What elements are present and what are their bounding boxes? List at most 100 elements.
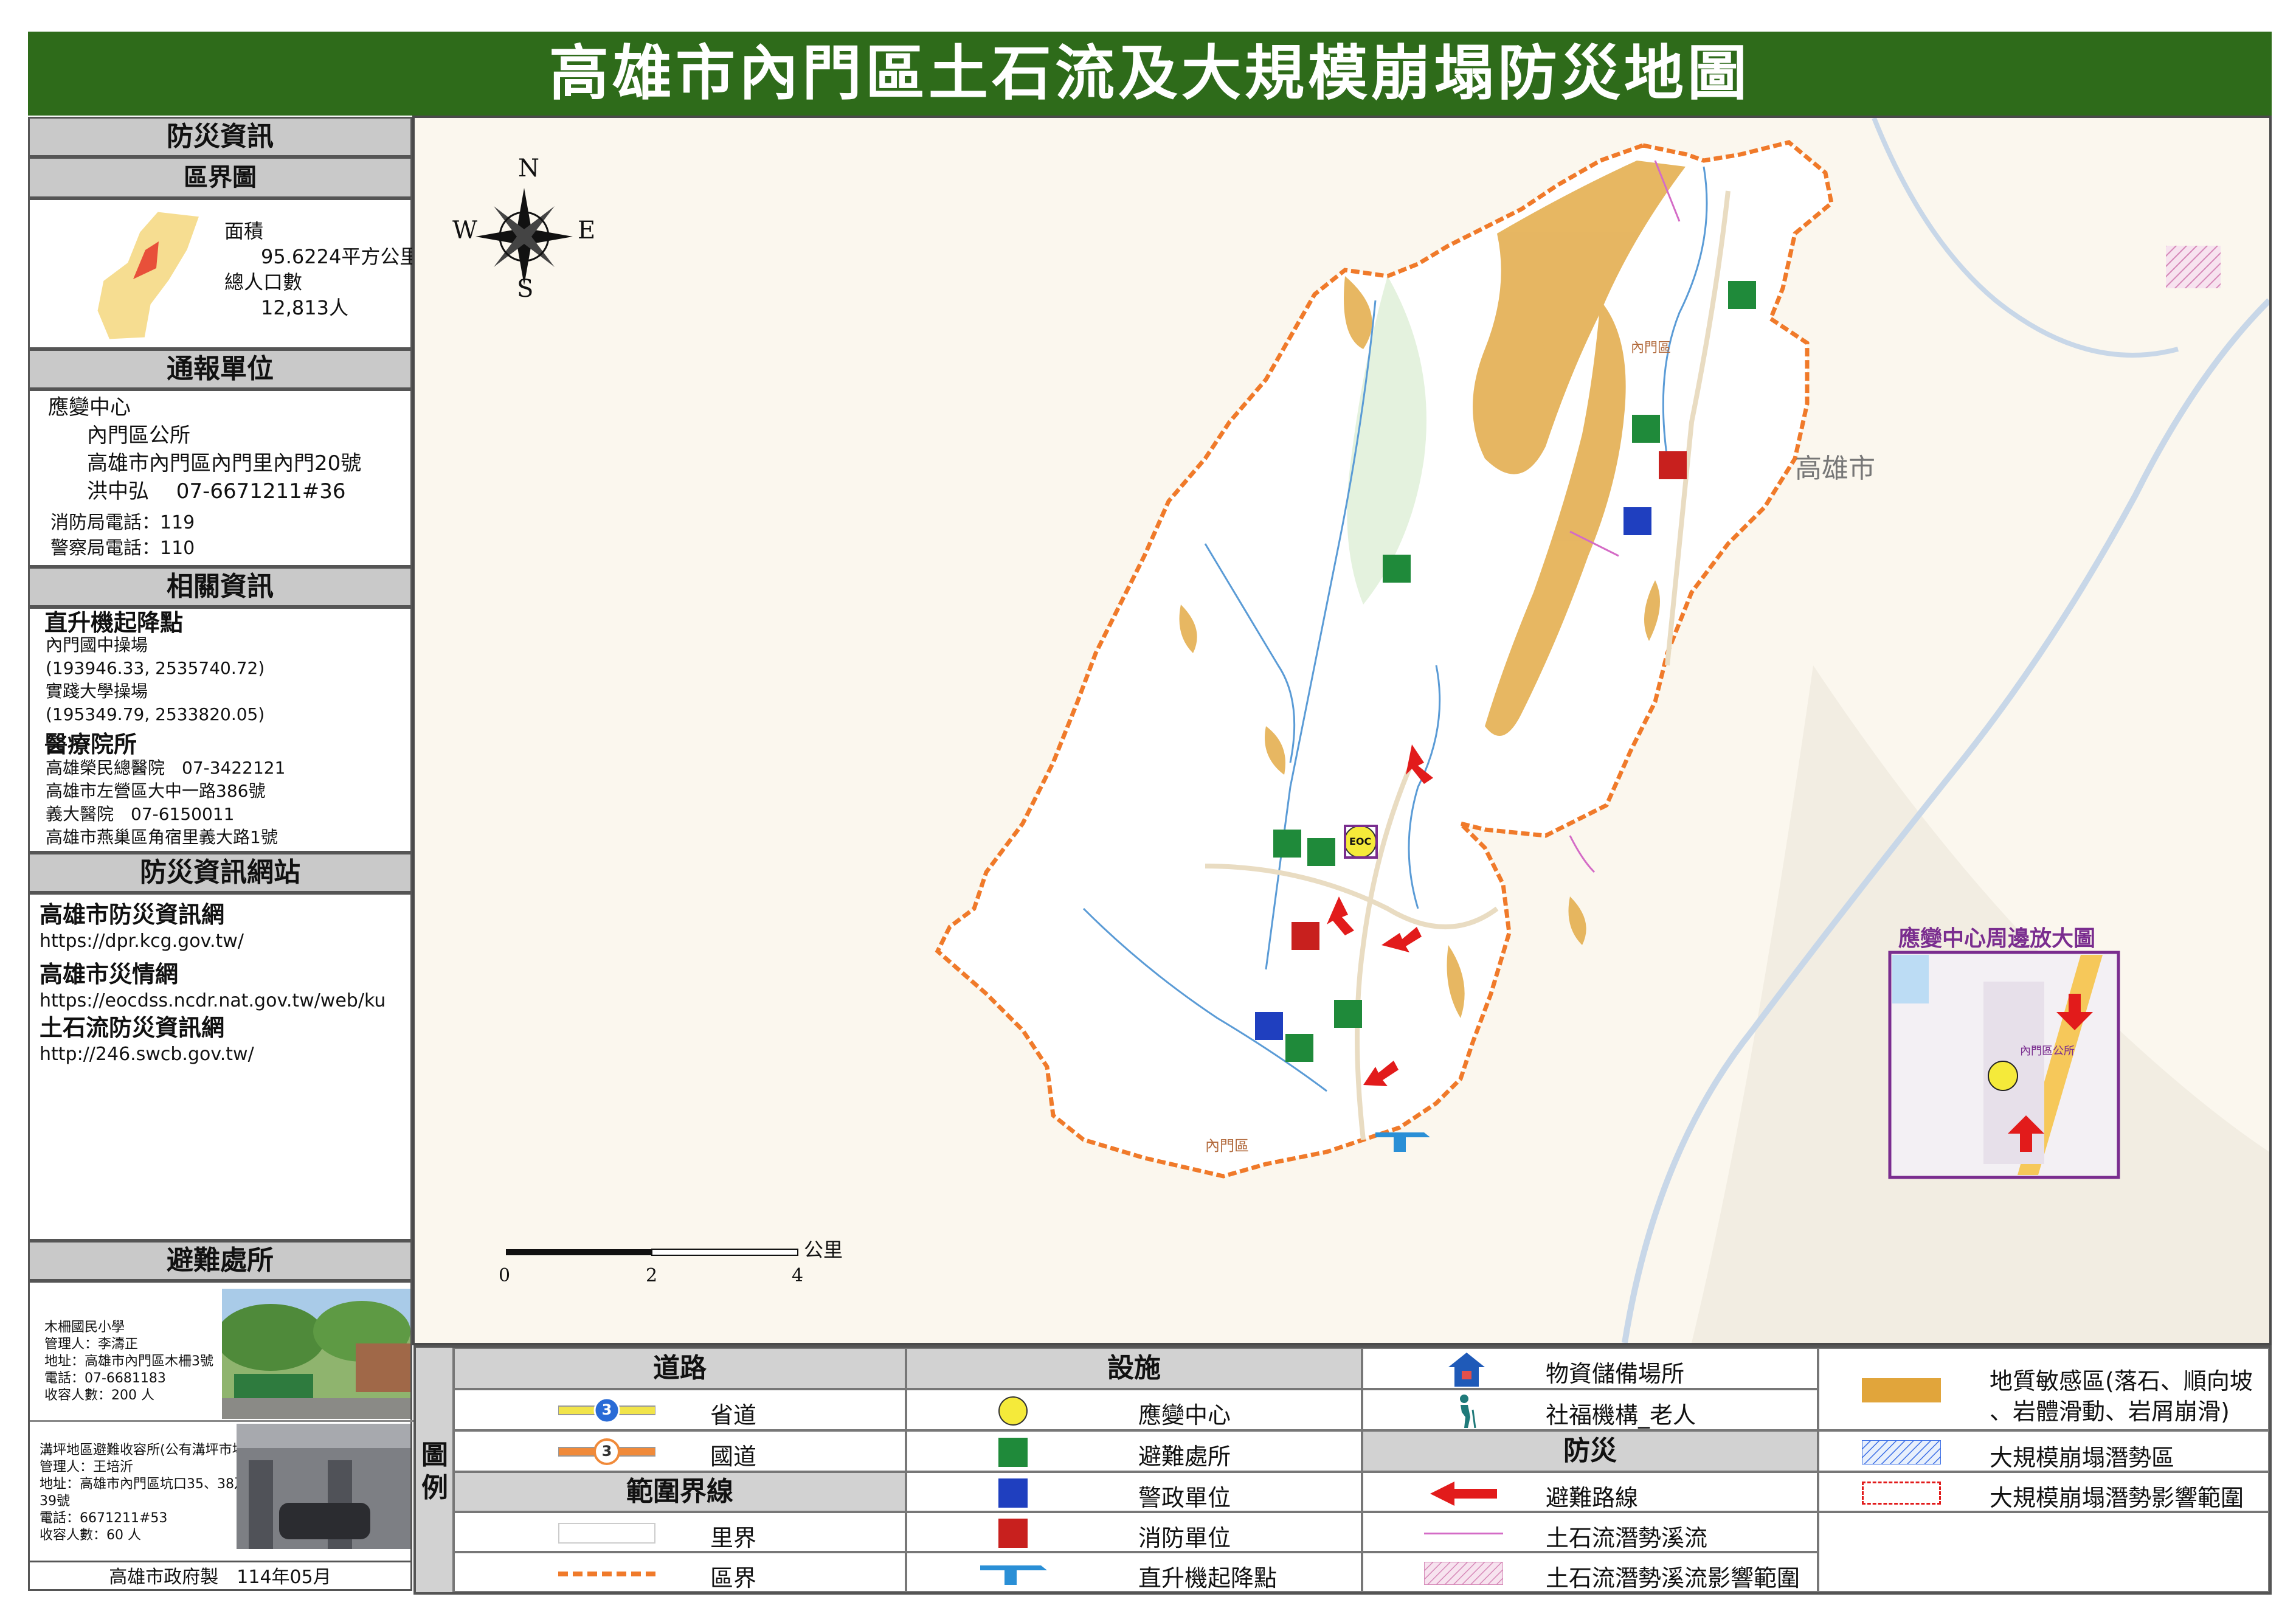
- site-1-name: 高雄市防災資訊網: [40, 901, 225, 928]
- legend-row: 土石流潛勢溪流影響範圍: [1362, 1552, 1818, 1592]
- compass-n: N: [518, 154, 539, 182]
- area-value: 95.6224平方公里: [261, 245, 420, 268]
- shelter-2-line: 管理人：王培沂: [40, 1460, 134, 1475]
- scale-tick: 4: [792, 1265, 804, 1286]
- area-label: 面積: [224, 220, 264, 243]
- disaster-info-header: 防災資訊: [28, 117, 412, 157]
- legend-label: 社福機構_老人: [1546, 1402, 1696, 1429]
- legend-row: 警政單位: [906, 1472, 1362, 1512]
- legend-row: 區界: [454, 1552, 906, 1592]
- national-road-number: 3: [601, 1443, 612, 1460]
- report-header: 通報單位: [28, 349, 412, 389]
- inset-eoc-icon[interactable]: [1988, 1061, 2018, 1091]
- hospital-2-address: 高雄市燕巢區角宿里義大路1號: [46, 827, 278, 847]
- shelter-2-photo: [237, 1424, 410, 1549]
- inset-title: 應變中心周邊放大圖: [1898, 926, 2096, 951]
- hospital-1-address: 高雄市左營區大中一路386號: [46, 781, 266, 801]
- legend: 圖例 道路 3 省道 3 國道 範圍界線 里界 區界 設施 應變中心 避難處所: [413, 1345, 2272, 1595]
- legend-label: 省道: [710, 1402, 757, 1429]
- legend-label: 警政單位: [1138, 1485, 1231, 1511]
- shelter-1-photo: [222, 1289, 410, 1419]
- heli-title: 直升機起降點: [44, 609, 184, 636]
- helipad-symbol: [980, 1565, 1047, 1585]
- city-label: 高雄市: [1795, 453, 1875, 484]
- fire-symbol: [998, 1519, 1028, 1548]
- village-boundary-symbol: [558, 1523, 655, 1544]
- legend-side: 圖例: [416, 1348, 454, 1592]
- fire-phone: 消防局電話：119: [50, 512, 195, 533]
- shelter-1-line: 木柵國民小學: [44, 1320, 125, 1335]
- elderly-care-symbol: [1460, 1395, 1476, 1428]
- map-canvas[interactable]: [415, 118, 2269, 1343]
- police-phone: 警察局電話：110: [50, 538, 195, 559]
- hospital-1: 高雄榮民總醫院 07-3422121: [46, 758, 286, 778]
- district-boundary-symbol: [558, 1572, 655, 1576]
- legend-row: 消防單位: [906, 1512, 1362, 1552]
- shelter-divider: [30, 1420, 414, 1422]
- shelters-header: 避難處所: [28, 1241, 412, 1281]
- legend-label: 直升機起降點: [1138, 1565, 1278, 1592]
- shelter-1-line: 管理人：李濤正: [44, 1337, 139, 1352]
- shelter-2-line: 溝坪地區避難收容所(公有溝坪市場): [40, 1443, 251, 1458]
- heli-2-name: 實踐大學操場: [46, 681, 148, 701]
- related-panel: 直升機起降點 內門國中操場 (193946.33, 2535740.72) 實踐…: [28, 607, 412, 853]
- websites-panel: 高雄市防災資訊網 https://dpr.kcg.gov.tw/ 高雄市災情網 …: [28, 893, 412, 1241]
- site-2-url[interactable]: https://eocdss.ncdr.nat.gov.tw/web/ku: [40, 988, 386, 1014]
- population-label: 總人口數: [224, 271, 303, 294]
- shelter-2-line: 電話：6671211#53: [40, 1511, 168, 1526]
- inset-label: 內門區公所: [2020, 1045, 2075, 1058]
- legend-row: 3 國道: [454, 1430, 906, 1472]
- police-symbol: [998, 1478, 1028, 1508]
- shelter-symbol: [998, 1438, 1028, 1467]
- legend-row: 大規模崩塌潛勢影響範圍: [1818, 1472, 2269, 1512]
- legend-row: 避難路線: [1362, 1472, 1818, 1512]
- legend-row: 避難處所: [906, 1430, 1362, 1472]
- legend-label: 消防單位: [1138, 1525, 1231, 1551]
- map-credit: 高雄市政府製 114年05月: [28, 1561, 412, 1591]
- shelter-1-line: 電話：07-6681183: [44, 1371, 166, 1386]
- legend-row: 物資儲備場所: [1362, 1348, 1818, 1389]
- site-1-url[interactable]: https://dpr.kcg.gov.tw/: [40, 929, 244, 954]
- compass-e: E: [578, 217, 596, 244]
- legend-row: 土石流潛勢溪流: [1362, 1512, 1818, 1552]
- scale-unit: 公里: [804, 1238, 843, 1261]
- eoc-text: EOC: [1349, 836, 1372, 847]
- district-label: 內門區: [1205, 1137, 1249, 1154]
- scale-tick: 0: [499, 1265, 511, 1286]
- legend-empty-cell: [1818, 1512, 2269, 1592]
- legend-row: 地質敏感區(落石、順向坡 、岩體滑動、岩屑崩滑): [1818, 1348, 2269, 1430]
- provincial-road-number: 3: [601, 1401, 612, 1418]
- landslide-impact-zone: [2166, 246, 2221, 288]
- legend-label: 里界: [710, 1525, 757, 1551]
- report-panel: 應變中心 內門區公所 高雄市內門區內門里內門20號 洪中弘 07-6671211…: [28, 389, 412, 567]
- scale-bar: [506, 1249, 798, 1256]
- debris-stream-symbol: [1424, 1533, 1503, 1534]
- landslide-potential-symbol: [1862, 1440, 1941, 1464]
- compass-s: S: [517, 275, 534, 303]
- legend-row: 3 省道: [454, 1389, 906, 1430]
- district-label: 內門區: [1631, 341, 1672, 356]
- related-header: 相關資訊: [28, 567, 412, 607]
- shelter-1-line: 地址：高雄市內門區木柵3號: [44, 1354, 213, 1369]
- legend-label: 避難路線: [1546, 1485, 1639, 1511]
- debris-impact-symbol: [1424, 1562, 1503, 1585]
- hospital-title: 醫療院所: [44, 731, 137, 758]
- shelter-1-info: 木柵國民小學 管理人：李濤正 地址：高雄市內門區木柵3號 電話：07-66811…: [30, 1283, 218, 1420]
- legend-label: 大規模崩塌潛勢區: [1990, 1444, 2175, 1471]
- site-2-name: 高雄市災情網: [40, 961, 179, 988]
- legend-disaster-head: 防災: [1362, 1430, 1818, 1472]
- legend-label: 大規模崩塌潛勢影響範圍: [1990, 1485, 2244, 1511]
- shelter-2-line: 地址：高雄市內門區坑口35、38及: [40, 1477, 247, 1492]
- legend-label: 區界: [710, 1565, 757, 1592]
- report-address: 高雄市內門區內門里內門20號: [87, 451, 362, 476]
- report-office: 內門區公所: [87, 423, 190, 448]
- report-contact: 洪中弘 07-6671211#36: [87, 479, 346, 504]
- heli-1-coord: (193946.33, 2535740.72): [46, 658, 265, 678]
- legend-label: 土石流潛勢溪流影響範圍: [1546, 1565, 1800, 1592]
- legend-label: 地質敏感區(落石、順向坡: [1990, 1368, 2253, 1395]
- map-area[interactable]: N S E W 高雄市 內門區 內門區 0 2 4 公里 應變中心周邊放大圖 內…: [412, 116, 2272, 1345]
- shelter-1-line: 收容人數：200 人: [44, 1388, 154, 1403]
- site-3-url[interactable]: http://246.swcb.gov.tw/: [40, 1042, 254, 1067]
- report-center: 應變中心: [48, 395, 131, 420]
- district-panel: 面積 95.6224平方公里 總人口數 12,813人: [28, 198, 419, 349]
